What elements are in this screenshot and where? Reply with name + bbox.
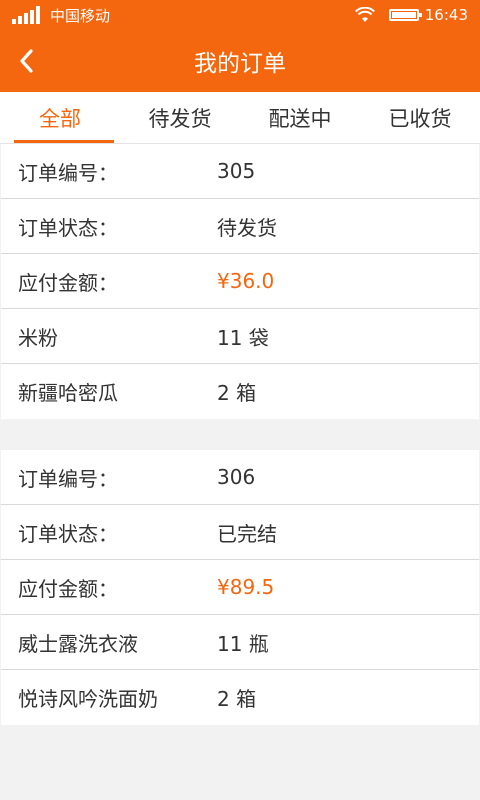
page-title: 我的订单 bbox=[194, 51, 286, 77]
order-card[interactable]: 订单编号： 306 订单状态： 已完结 应付金额： ¥89.5 威士露洗衣液 1… bbox=[1, 450, 479, 725]
row-label: 应付金额： bbox=[18, 270, 118, 295]
item-name: 米粉 bbox=[18, 325, 58, 350]
tab-in-delivery[interactable]: 配送中 bbox=[240, 92, 360, 143]
order-amount: ¥36.0 bbox=[217, 269, 275, 293]
order-status-row: 订单状态： 待发货 bbox=[1, 199, 479, 254]
item-quantity: 11 瓶 bbox=[217, 631, 269, 656]
order-item-row: 悦诗风吟洗面奶 2 箱 bbox=[1, 670, 479, 725]
carrier-name: 中国移动 bbox=[50, 6, 111, 25]
status-time: 16:43 bbox=[424, 6, 468, 24]
chevron-left-icon bbox=[20, 49, 33, 73]
order-item-row: 新疆哈密瓜 2 箱 bbox=[1, 364, 479, 419]
status-bar: 中国移动 16:43 bbox=[0, 0, 480, 30]
row-label: 订单状态： bbox=[18, 521, 118, 546]
order-amount-row: 应付金额： ¥89.5 bbox=[1, 560, 479, 615]
tab-received[interactable]: 已收货 bbox=[360, 92, 480, 143]
status-left: 中国移动 bbox=[12, 5, 110, 26]
order-status: 待发货 bbox=[217, 215, 277, 240]
signal-icon bbox=[12, 6, 42, 24]
item-quantity: 11 袋 bbox=[217, 325, 269, 350]
order-number: 305 bbox=[217, 159, 256, 183]
item-name: 威士露洗衣液 bbox=[18, 631, 138, 656]
order-tabs: 全部 待发货 配送中 已收货 bbox=[0, 92, 480, 144]
item-name: 悦诗风吟洗面奶 bbox=[18, 687, 158, 711]
order-status: 已完结 bbox=[217, 521, 277, 546]
wifi-icon bbox=[354, 7, 375, 22]
tab-pending-shipment[interactable]: 待发货 bbox=[120, 92, 240, 143]
order-item-row: 威士露洗衣液 11 瓶 bbox=[1, 615, 479, 670]
row-label: 订单状态： bbox=[18, 215, 118, 240]
row-label: 订单编号： bbox=[18, 466, 118, 491]
order-number-row: 订单编号： 306 bbox=[1, 450, 479, 505]
row-label: 订单编号： bbox=[18, 160, 118, 185]
order-status-row: 订单状态： 已完结 bbox=[1, 505, 479, 560]
card-gap bbox=[0, 419, 480, 450]
order-number-row: 订单编号： 305 bbox=[1, 144, 479, 199]
item-quantity: 2 箱 bbox=[217, 687, 257, 711]
tab-all[interactable]: 全部 bbox=[0, 92, 120, 143]
row-label: 应付金额： bbox=[18, 576, 118, 601]
status-right: 16:43 bbox=[354, 6, 468, 24]
order-item-row: 米粉 11 袋 bbox=[1, 309, 479, 364]
order-number: 306 bbox=[217, 465, 256, 489]
order-card[interactable]: 订单编号： 305 订单状态： 待发货 应付金额： ¥36.0 米粉 11 袋 … bbox=[1, 144, 479, 419]
battery-icon bbox=[388, 9, 422, 21]
item-name: 新疆哈密瓜 bbox=[18, 381, 118, 405]
order-amount: ¥89.5 bbox=[217, 575, 275, 599]
app-bar: 我的订单 bbox=[0, 30, 480, 92]
item-quantity: 2 箱 bbox=[217, 381, 257, 405]
order-amount-row: 应付金额： ¥36.0 bbox=[1, 254, 479, 309]
back-button[interactable] bbox=[6, 41, 46, 81]
